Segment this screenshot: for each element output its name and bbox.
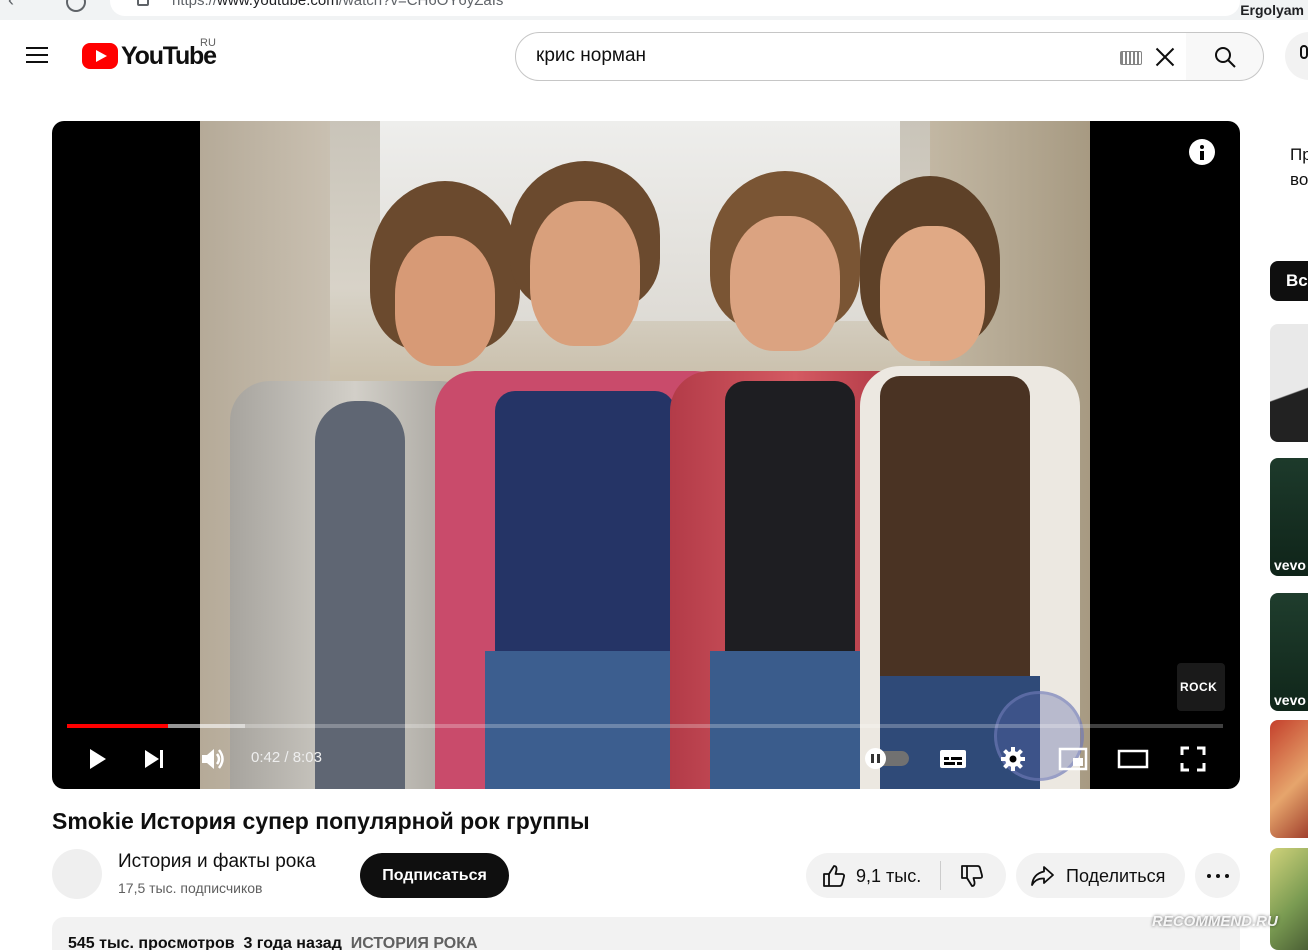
browser-toolbar: ‹ https://www.youtube.com/watch?v=CH6OY6… [0,0,1308,20]
video-player[interactable]: ROCK 0:42 / 8:03 [52,121,1240,789]
time-display: 0:42 / 8:03 [251,749,322,766]
thumbs-down-icon [961,865,983,887]
sidebar-text: Пр [1290,145,1308,164]
vevo-badge: vevo [1274,557,1306,573]
youtube-play-logo-icon [82,43,118,69]
current-time: 0:42 [251,749,281,766]
keyboard-icon[interactable] [1120,51,1142,65]
vevo-badge: vevo [1274,692,1306,708]
fullscreen-button[interactable] [1175,741,1211,777]
dislike-button[interactable] [941,853,1006,898]
description-meta: 545 тыс. просмотров 3 года назад ИСТОРИЯ… [68,935,478,950]
more-actions-button[interactable] [1195,853,1240,898]
reload-icon[interactable] [66,0,86,12]
video-frame[interactable] [200,121,1090,789]
sidebar-text: во [1290,170,1308,189]
pause-icon [865,748,886,769]
play-button[interactable] [78,741,114,777]
url-path: /watch?v=CH6OY6yZaIs [338,0,504,9]
microphone-icon [1300,45,1308,59]
theater-icon [1117,749,1149,769]
settings-icon [1001,747,1025,771]
fullscreen-icon [1180,746,1206,772]
thumbs-up-icon [823,865,845,887]
rock-badge-text: ROCK [1180,680,1218,694]
search-box [515,32,1187,81]
search-icon [1215,47,1236,68]
next-icon [145,750,163,768]
video-title: Smokie История супер популярной рок груп… [52,808,590,834]
recommend-watermark: RECOMMEND.RU [1152,913,1278,930]
lock-icon [137,0,149,6]
info-icon[interactable] [1189,139,1215,165]
related-video-thumbnail[interactable] [1270,720,1308,838]
subtitles-button[interactable] [935,741,971,777]
channel-name[interactable]: История и факты рока [118,851,316,873]
play-icon [90,749,106,769]
autoplay-toggle[interactable] [865,748,909,769]
like-count: 9,1 тыс. [856,866,922,886]
url-text[interactable]: https://www.youtube.com/watch?v=CH6OY6yZ… [172,0,503,9]
menu-icon[interactable] [26,45,50,65]
browser-profile-name[interactable]: Ergolyam [1240,2,1304,18]
back-icon[interactable]: ‹ [8,0,14,11]
share-icon [1031,866,1054,886]
progress-bar[interactable] [67,724,1223,728]
url-prefix: https:// [172,0,218,9]
avatar[interactable] [52,849,102,899]
miniplayer-button[interactable] [1055,741,1091,777]
related-video-thumbnail[interactable]: vevo [1270,593,1308,711]
rock-badge: ROCK [1177,663,1225,711]
search-input[interactable] [536,45,1096,67]
subscriber-count: 17,5 тыс. подписчиков [118,880,263,896]
miniplayer-icon [1058,747,1088,771]
volume-icon [202,749,224,769]
clear-icon[interactable] [1153,45,1177,69]
more-horizontal-icon [1207,874,1229,878]
subscribe-button[interactable]: Подписаться [360,853,509,898]
settings-button[interactable] [995,741,1031,777]
next-button[interactable] [136,741,172,777]
related-video-thumbnail[interactable] [1270,324,1308,442]
volume-button[interactable] [194,741,230,777]
share-label: Поделиться [1066,866,1166,886]
related-video-thumbnail[interactable] [1270,848,1308,950]
theater-mode-button[interactable] [1115,741,1151,777]
chip-all[interactable]: Все [1270,261,1308,301]
related-video-thumbnail[interactable]: vevo [1270,458,1308,576]
hashtag-link[interactable]: ИСТОРИЯ РОКА [351,935,478,950]
like-button[interactable]: 9,1 тыс. [806,853,940,898]
voice-search-button[interactable] [1285,32,1308,80]
description-box[interactable]: 545 тыс. просмотров 3 года назад ИСТОРИЯ… [52,917,1240,950]
progress-played [67,724,168,728]
share-button[interactable]: Поделиться [1016,853,1185,898]
view-count: 545 тыс. просмотров [68,935,235,950]
like-dislike-group: 9,1 тыс. [806,853,1006,898]
time-separator: / [280,749,293,766]
subtitles-icon [940,750,966,768]
logo-country-code: RU [200,37,216,49]
search-button[interactable] [1186,32,1264,81]
duration: 8:03 [292,749,322,766]
url-host: www.youtube.com [217,0,339,9]
upload-age: 3 года назад [243,935,342,950]
